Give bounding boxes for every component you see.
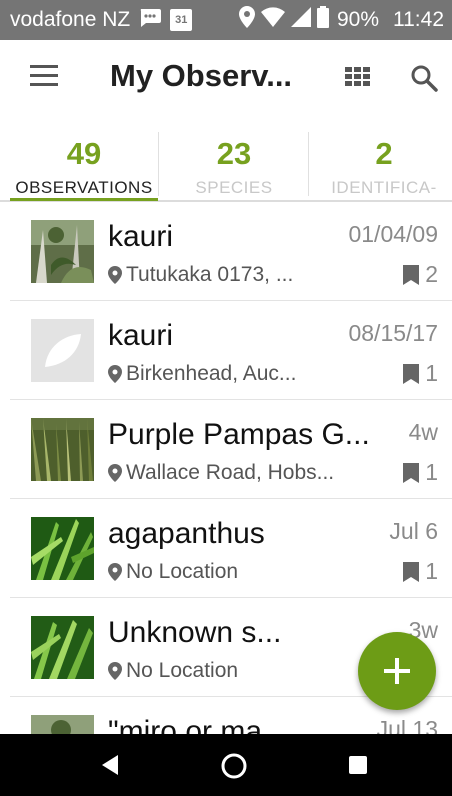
observation-thumbnail [31,220,94,283]
location-text: No Location [126,659,239,682]
identification-count: 2 [403,261,438,288]
recent-apps-icon[interactable] [348,755,368,775]
list-item[interactable]: Purple Pampas G... Wallace Road, Hobs...… [10,401,452,499]
add-observation-button[interactable] [358,632,436,710]
status-bar: vodafone NZ 31 90% 11:42 [0,0,452,40]
observation-name: Purple Pampas G... [108,418,370,451]
observation-name: agapanthus [108,517,265,550]
identification-count-value: 1 [425,558,438,584]
observation-thumbnail [31,715,94,734]
calendar-icon: 31 [170,9,193,31]
tab-species[interactable]: 23 SPECIES [159,128,309,200]
home-icon[interactable] [220,752,248,780]
observations-label: OBSERVATIONS [15,178,153,197]
observation-location: Birkenhead, Auc... [108,362,296,386]
observation-location: No Location [108,659,238,683]
tab-observations[interactable]: 49 OBSERVATIONS [9,128,159,200]
location-text: Wallace Road, Hobs... [126,461,335,484]
identification-badge-icon [403,363,420,384]
observations-count: 49 [66,136,102,171]
location-pin-icon [108,365,122,383]
back-icon[interactable] [100,754,120,776]
location-pin-icon [108,464,122,482]
location-pin-icon [108,266,122,284]
observation-location: Tutukaka 0173, ... [108,263,293,287]
location-text: Tutukaka 0173, ... [126,263,294,286]
observation-location: Wallace Road, Hobs... [108,461,334,485]
search-icon[interactable] [410,64,438,92]
app-toolbar: My Observ... [0,40,452,118]
signal-icon [290,7,311,33]
identification-count: 1 [403,558,438,585]
species-count: 23 [216,136,252,171]
battery-icon [316,6,329,34]
notification-icons: 31 [138,7,193,33]
observation-date: 08/15/17 [348,320,438,346]
location-text: Birkenhead, Auc... [126,362,297,385]
identifications-label: IDENTIFICA- [331,178,437,197]
hamburger-menu-icon[interactable] [30,65,60,91]
observation-name: kauri [108,319,174,352]
observation-thumbnail [31,418,94,481]
wifi-icon [260,7,285,33]
identifications-count: 2 [375,136,393,171]
observation-name: Unknown s... [108,616,282,649]
observation-date: 01/04/09 [348,221,438,247]
identification-count-value: 2 [425,261,438,287]
observation-tabs: 49 OBSERVATIONS 23 SPECIES 2 IDENTIFICA- [0,128,452,202]
calendar-day: 31 [175,14,188,26]
observation-name: kauri [108,220,174,253]
identification-badge-icon [403,561,420,582]
battery-percent: 90% [336,8,379,31]
system-navigation-bar [0,734,452,796]
grid-view-icon[interactable] [345,67,371,91]
observation-thumbnail [31,616,94,679]
location-icon [238,6,255,34]
list-item[interactable]: kauri Tutukaka 0173, ... 01/04/09 2 [10,203,452,301]
carrier-name: vodafone NZ [10,8,131,31]
observation-date: 4w [408,419,438,445]
location-pin-icon [108,563,122,581]
list-item[interactable]: kauri Birkenhead, Auc... 08/15/17 1 [10,302,452,400]
species-label: SPECIES [195,178,273,197]
leaf-placeholder-icon [31,319,94,382]
list-item[interactable]: agapanthus No Location Jul 6 1 [10,500,452,598]
page-title: My Observ... [110,58,293,93]
location-text: No Location [126,560,239,583]
identification-badge-icon [403,462,420,483]
location-pin-icon [108,662,122,680]
observation-location: No Location [108,560,238,584]
tab-identifications[interactable]: 2 IDENTIFICA- [309,128,452,200]
clock: 11:42 [393,8,444,31]
observation-name: "miro or ma... [108,715,288,734]
identification-count-value: 1 [425,360,438,386]
active-tab-indicator [10,198,158,201]
observation-thumbnail [31,517,94,580]
plus-icon [384,658,410,684]
identification-count-value: 1 [425,459,438,485]
identification-count: 1 [403,360,438,387]
message-icon [138,7,162,33]
observation-date: Jul 13 [376,716,438,734]
identification-count: 1 [403,459,438,486]
identification-badge-icon [403,264,420,285]
observation-date: Jul 6 [389,518,438,544]
